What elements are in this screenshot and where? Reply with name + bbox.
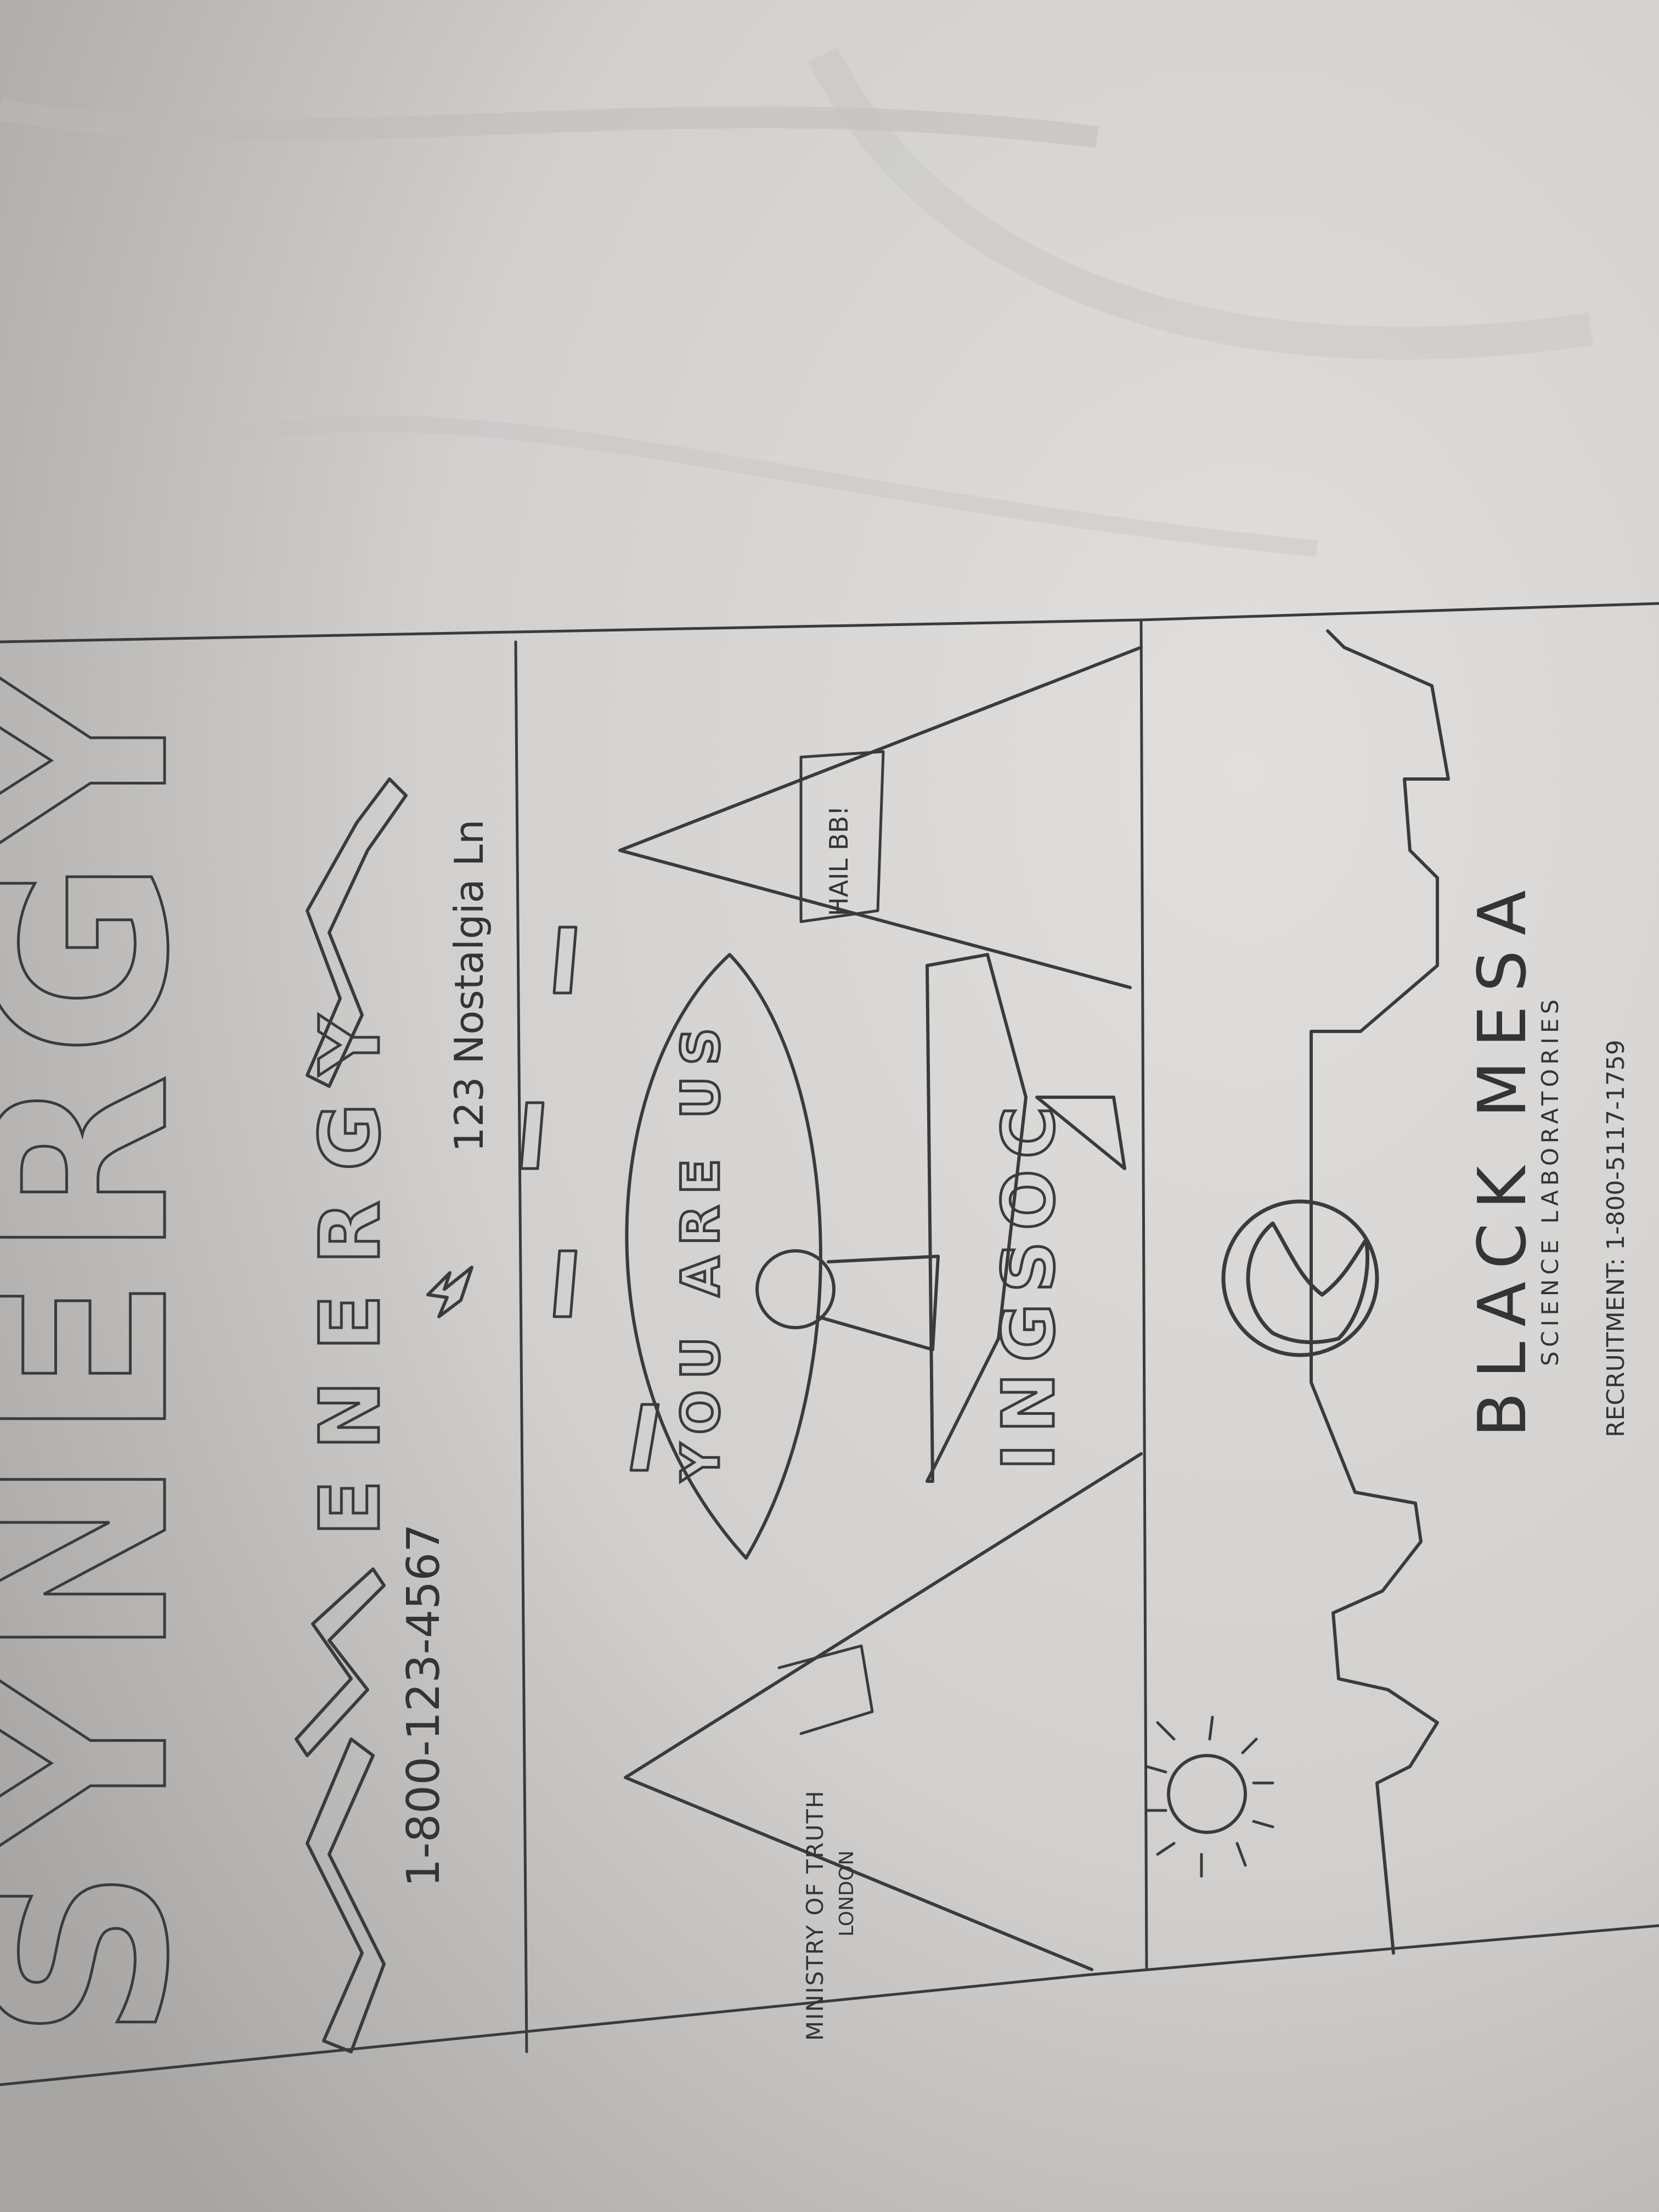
synergy-phone: 1-800-123-4567 <box>398 1523 450 1887</box>
pyramid-banner: HAIL BB! <box>824 806 854 916</box>
synergy-tagline: ENERGY <box>303 985 398 1536</box>
ministry-city: LONDON <box>836 1850 858 1937</box>
blackmesa-recruitment: RECRUITMENT: 1-800-5117-1759 <box>1602 1040 1630 1437</box>
photograph: SYNERGY ENERGY 1-800-123-4567 123 Nostal… <box>0 0 1659 2212</box>
party-name: INGSOC <box>987 1096 1070 1470</box>
ministry-label: MINISTRY OF TRUTH <box>802 1790 828 2041</box>
blackmesa-title: BLACK MESA <box>1465 877 1541 1437</box>
blackmesa-subtitle: SCIENCE LABORATORIES <box>1537 995 1564 1366</box>
synergy-address: 123 Nostalgia Ln <box>446 819 492 1152</box>
eye-text: YOU ARE US <box>671 1017 731 1482</box>
synergy-logo: SYNERGY <box>0 657 222 2041</box>
